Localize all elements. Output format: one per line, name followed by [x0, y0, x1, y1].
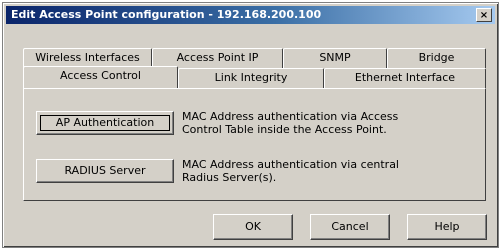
- ap-authentication-button[interactable]: AP Authentication: [36, 111, 174, 135]
- tab-access-point-ip[interactable]: Access Point IP: [152, 48, 283, 68]
- tab-access-control[interactable]: Access Control: [23, 66, 178, 88]
- tab-ethernet-interface[interactable]: Ethernet Interface: [324, 68, 486, 88]
- tab-snmp[interactable]: SNMP: [283, 48, 387, 68]
- tab-bridge[interactable]: Bridge: [387, 48, 486, 68]
- access-control-panel: AP Authentication MAC Address authentica…: [23, 88, 486, 201]
- cancel-button[interactable]: Cancel: [310, 214, 390, 240]
- tab-wireless-interfaces[interactable]: Wireless Interfaces: [23, 48, 152, 68]
- tab-link-integrity[interactable]: Link Integrity: [178, 68, 324, 88]
- close-icon: ×: [479, 10, 489, 21]
- ok-button[interactable]: OK: [213, 214, 293, 240]
- window-title: Edit Access Point configuration - 192.16…: [11, 8, 322, 21]
- ap-authentication-description: MAC Address authentication via Access Co…: [182, 110, 399, 136]
- close-button[interactable]: ×: [476, 8, 492, 22]
- dialog-window: Edit Access Point configuration - 192.16…: [2, 2, 499, 248]
- radius-server-description: MAC Address authentication via central R…: [182, 158, 399, 184]
- radius-server-button[interactable]: RADIUS Server: [36, 159, 174, 183]
- help-button[interactable]: Help: [407, 214, 487, 240]
- title-bar: Edit Access Point configuration - 192.16…: [6, 6, 495, 24]
